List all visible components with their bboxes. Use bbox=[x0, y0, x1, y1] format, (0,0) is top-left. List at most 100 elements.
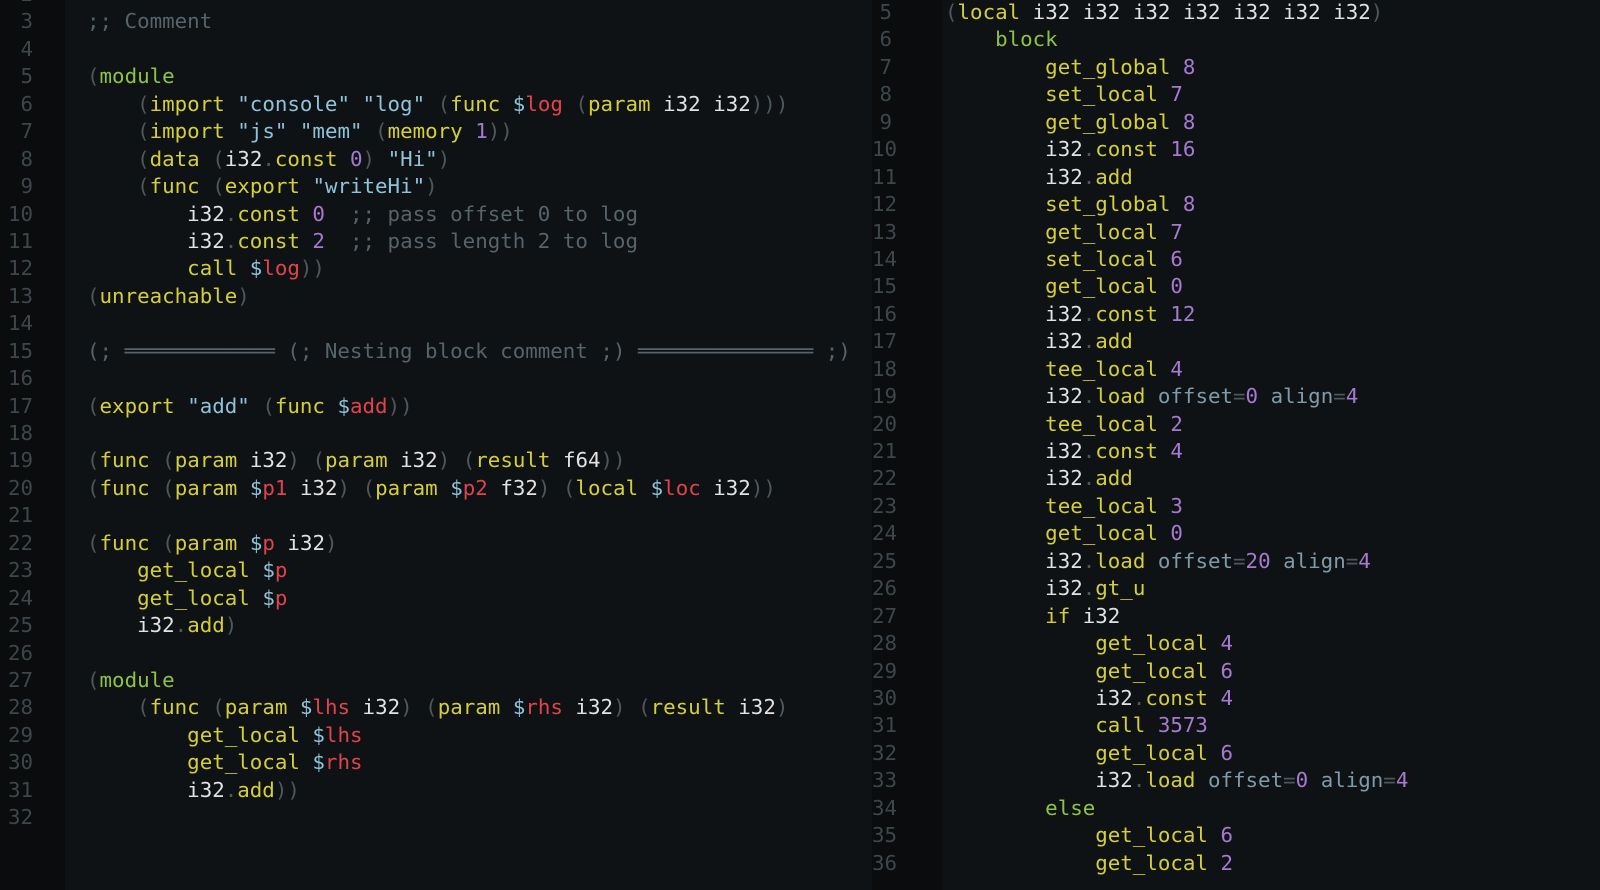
code-line[interactable]: 18 bbox=[0, 420, 872, 447]
code-line[interactable]: 32 get_local 6 bbox=[872, 740, 1600, 767]
code-text: i32.load offset=0 align=4 bbox=[945, 383, 1358, 410]
code-text: tee_local 2 bbox=[945, 411, 1183, 438]
code-line[interactable]: 22 (func (param $p i32) bbox=[0, 530, 872, 557]
code-line[interactable]: 4 bbox=[0, 36, 872, 63]
code-line[interactable]: 30 get_local $rhs bbox=[0, 749, 872, 776]
code-line[interactable]: 8 set_local 7 bbox=[872, 81, 1600, 108]
editor-pane-right[interactable]: 5 (local i32 i32 i32 i32 i32 i32 i32) 6 bl… bbox=[872, 0, 1600, 890]
line-number: 26 bbox=[7, 640, 33, 665]
type-token: f32 bbox=[500, 475, 538, 500]
code-line[interactable]: 15 (; ════════════ (; Nesting block comme… bbox=[0, 338, 872, 365]
code-line[interactable]: 36 get_local 2 bbox=[872, 850, 1600, 877]
code-line[interactable]: 13 (unreachable) bbox=[0, 283, 872, 310]
code-line[interactable]: 9 (func (export "writeHi") bbox=[0, 173, 872, 200]
code-line[interactable]: 16 bbox=[0, 365, 872, 392]
code-line[interactable]: 10 i32.const 0 ;; pass offset 0 to log bbox=[0, 201, 872, 228]
keyword-token: get_local bbox=[187, 750, 300, 775]
code-line[interactable]: 29 get_local $lhs bbox=[0, 722, 872, 749]
code-text: if i32 bbox=[945, 603, 1120, 630]
code-line[interactable]: 29 get_local 6 bbox=[872, 658, 1600, 685]
code-line[interactable]: 20 (func (param $p1 i32) (param $p2 f32) … bbox=[0, 475, 872, 502]
code-line[interactable]: 25 i32.add) bbox=[0, 612, 872, 639]
code-line[interactable]: 24 get_local 0 bbox=[872, 520, 1600, 547]
code-line[interactable]: 5 (module bbox=[0, 63, 872, 90]
keyword-token: const bbox=[1145, 685, 1208, 710]
code-line[interactable]: 10 i32.const 16 bbox=[872, 136, 1600, 163]
code-line[interactable]: 26 bbox=[0, 640, 872, 667]
code-text: call 3573 bbox=[945, 712, 1208, 739]
paren-token: ( bbox=[87, 475, 100, 500]
code-line[interactable]: 34 else bbox=[872, 795, 1600, 822]
code-line[interactable]: 16 i32.const 12 bbox=[872, 301, 1600, 328]
code-line[interactable]: 24 get_local $p bbox=[0, 585, 872, 612]
code-line[interactable]: 23 get_local $p bbox=[0, 557, 872, 584]
code-line[interactable]: 30 i32.const 4 bbox=[872, 685, 1600, 712]
code-line[interactable]: 22 i32.add bbox=[872, 465, 1600, 492]
dot-token: . bbox=[1082, 137, 1096, 162]
code-line[interactable]: 6 block bbox=[872, 26, 1600, 53]
code-lines[interactable]: 5 (local i32 i32 i32 i32 i32 i32 i32) 6 bl… bbox=[872, 0, 1600, 877]
code-line[interactable]: 28 get_local 4 bbox=[872, 630, 1600, 657]
code-line[interactable]: 19 i32.load offset=0 align=4 bbox=[872, 383, 1600, 410]
code-line[interactable]: 14 bbox=[0, 310, 872, 337]
code-line[interactable]: 27 if i32 bbox=[872, 603, 1600, 630]
code-line[interactable]: 21 bbox=[0, 502, 872, 529]
code-line[interactable]: 15 get_local 0 bbox=[872, 273, 1600, 300]
line-number: 21 bbox=[872, 439, 898, 463]
code-text: i32.gt_u bbox=[945, 575, 1145, 602]
line-number: 32 bbox=[872, 740, 898, 765]
editor-pane-left[interactable]: 23;; Comment45(module6 (import "console"… bbox=[0, 0, 872, 890]
code-lines[interactable]: 23;; Comment45(module6 (import "console"… bbox=[0, 0, 872, 832]
code-line[interactable]: 26 i32.gt_u bbox=[872, 575, 1600, 602]
number-token: 1 bbox=[475, 119, 488, 144]
code-line[interactable]: 12 set_global 8 bbox=[872, 191, 1600, 218]
code-line[interactable]: 14 set_local 6 bbox=[872, 246, 1600, 273]
code-line[interactable]: 11 i32.const 2 ;; pass length 2 to log bbox=[0, 228, 872, 255]
line-number: 10 bbox=[872, 137, 898, 162]
equals-token: = bbox=[1383, 768, 1396, 793]
line-number: 26 bbox=[872, 576, 898, 601]
code-line[interactable]: 5 (local i32 i32 i32 i32 i32 i32 i32) bbox=[872, 0, 1600, 26]
code-line[interactable]: 35 get_local 6 bbox=[872, 822, 1600, 849]
paren-token: ) bbox=[775, 695, 789, 720]
keyword-token: load bbox=[1145, 768, 1196, 793]
code-line[interactable]: 31 call 3573 bbox=[872, 712, 1600, 739]
code-line[interactable]: 20 tee_local 2 bbox=[872, 411, 1600, 438]
paren-token: ( bbox=[87, 283, 100, 308]
code-line[interactable]: 21 i32.const 4 bbox=[872, 438, 1600, 465]
code-text: get_local 0 bbox=[945, 273, 1183, 300]
code-line[interactable]: 17 (export "add" (func $add)) bbox=[0, 393, 872, 420]
code-line[interactable]: 33 i32.load offset=0 align=4 bbox=[872, 767, 1600, 794]
code-text: ;; Comment bbox=[87, 8, 212, 35]
code-line[interactable]: 2 bbox=[0, 0, 872, 8]
code-line[interactable]: 9 get_global 8 bbox=[872, 109, 1600, 136]
code-line[interactable]: 27 (module bbox=[0, 667, 872, 694]
code-line[interactable]: 25 i32.load offset=20 align=4 bbox=[872, 548, 1600, 575]
code-line[interactable]: 18 tee_local 4 bbox=[872, 356, 1600, 383]
code-line[interactable]: 7 get_global 8 bbox=[872, 54, 1600, 81]
dot-token: . bbox=[1082, 384, 1096, 409]
paren-token: ) bbox=[613, 448, 626, 473]
paren-token: ) bbox=[537, 475, 551, 500]
variable-name-token: loc bbox=[663, 475, 701, 500]
code-line[interactable]: 7 (import "js" "mem" (memory 1)) bbox=[0, 118, 872, 145]
code-line[interactable]: 31 i32.add)) bbox=[0, 777, 872, 804]
code-text: (module bbox=[87, 667, 175, 694]
code-line[interactable]: 17 i32.add bbox=[872, 328, 1600, 355]
code-line[interactable]: 19 (func (param i32) (param i32) (result … bbox=[0, 447, 872, 474]
code-line[interactable]: 3 ;; Comment bbox=[0, 8, 872, 35]
code-line[interactable]: 23 tee_local 3 bbox=[872, 493, 1600, 520]
code-line[interactable]: 28 (func (param $lhs i32) (param $rhs i3… bbox=[0, 694, 872, 721]
code-line[interactable]: 6 (import "console" "log" (func $log (pa… bbox=[0, 91, 872, 118]
code-line[interactable]: 12 call $log)) bbox=[0, 255, 872, 282]
code-text: i32.add bbox=[945, 465, 1133, 492]
code-line[interactable]: 11 i32.add bbox=[872, 164, 1600, 191]
keyword-token: tee_local bbox=[1045, 411, 1158, 436]
code-line[interactable]: 32 bbox=[0, 804, 872, 831]
code-line[interactable]: 8 (data (i32.const 0) "Hi") bbox=[0, 146, 872, 173]
code-line[interactable]: 13 get_local 7 bbox=[872, 219, 1600, 246]
